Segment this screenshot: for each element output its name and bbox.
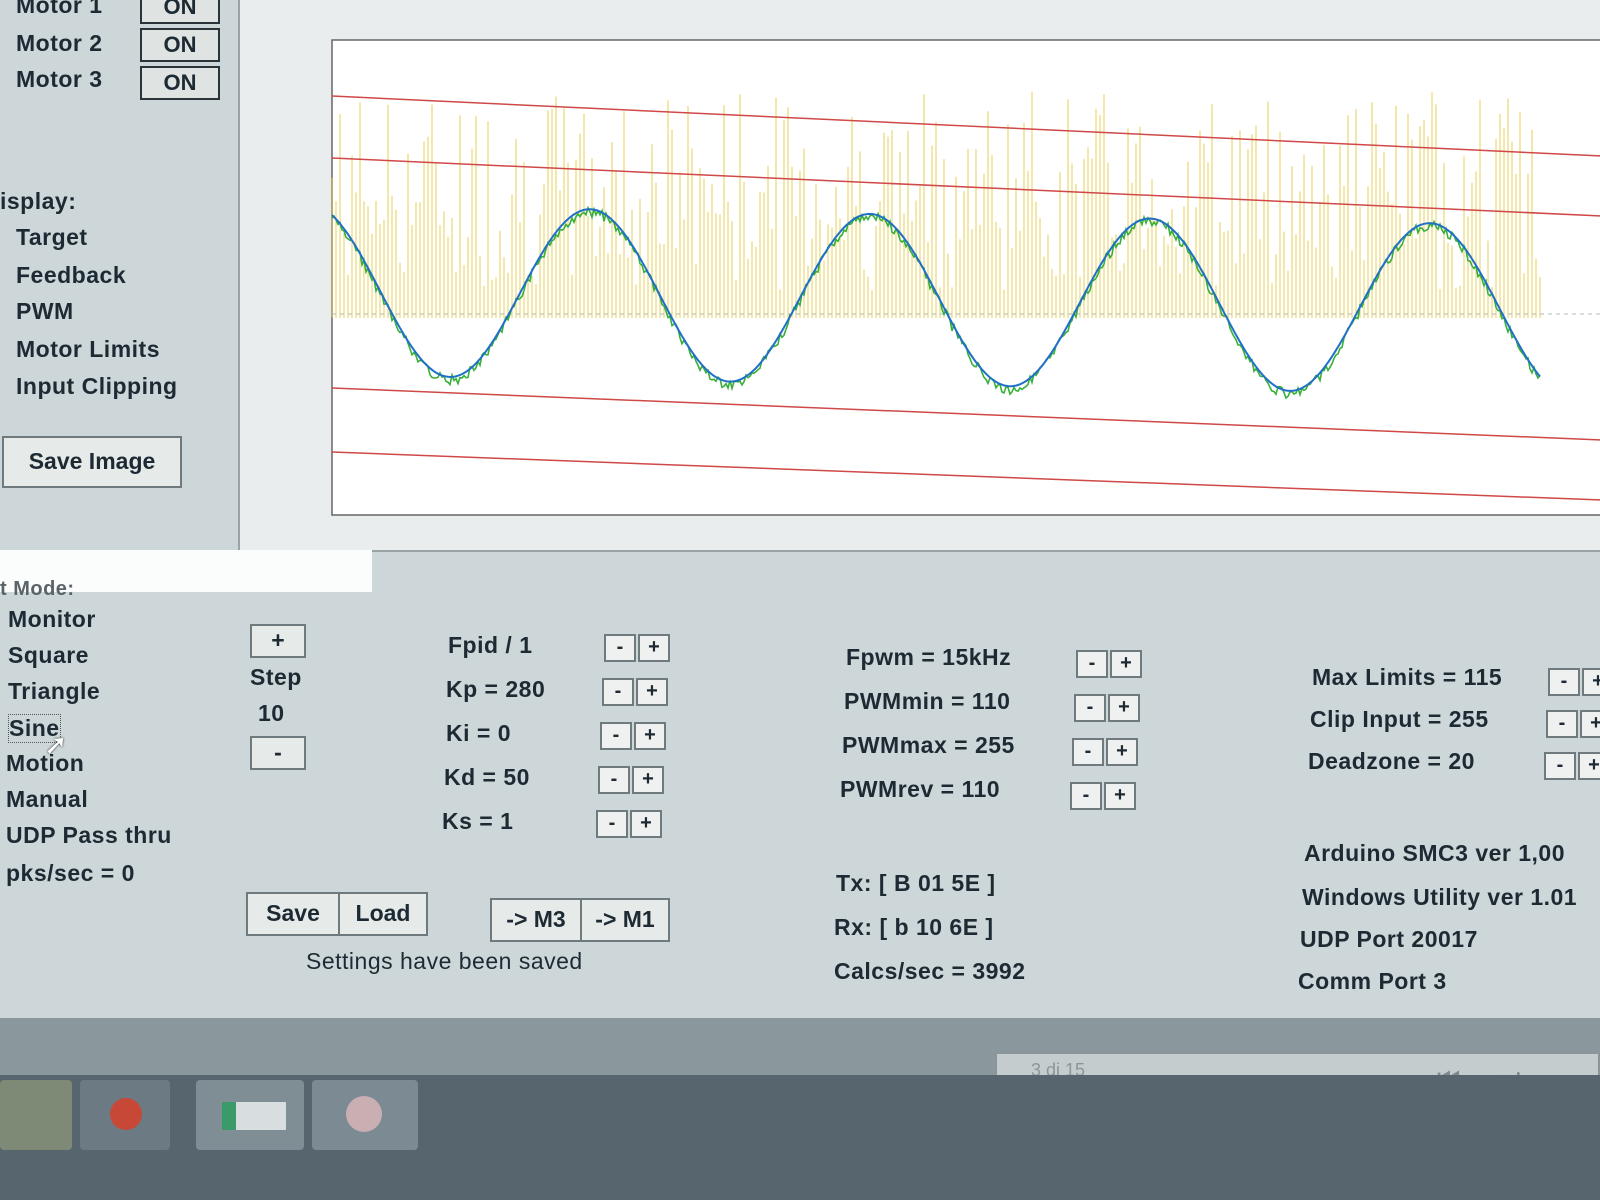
max-limits: Max Limits = 115: [1312, 664, 1503, 690]
pwmmin-minus-button[interactable]: -: [1074, 694, 1106, 722]
mode-heading: t Mode:: [0, 578, 75, 600]
display-pwm[interactable]: PWM: [16, 298, 74, 325]
pid-fpid: Fpid / 1: [448, 632, 533, 658]
taskbar-folder-icon[interactable]: [0, 1080, 72, 1150]
clip-input-plus-button[interactable]: +: [1580, 710, 1600, 738]
display-motor-limits[interactable]: Motor Limits: [16, 336, 160, 363]
display-target[interactable]: Target: [16, 224, 88, 251]
pwm-max: PWMmax = 255: [842, 732, 1015, 758]
clip-input: Clip Input = 255: [1310, 706, 1489, 732]
ki-plus-button[interactable]: +: [634, 722, 666, 750]
step-minus-button[interactable]: -: [250, 736, 306, 770]
ks-stepper: - +: [596, 810, 662, 838]
copy-to-m1-button[interactable]: -> M1: [580, 898, 670, 942]
pwm-rev: PWMrev = 110: [840, 776, 1001, 802]
pks-per-sec: pks/sec = 0: [6, 860, 135, 886]
max-limits-plus-button[interactable]: +: [1582, 668, 1600, 696]
step-label: Step: [250, 664, 302, 690]
kp-plus-button[interactable]: +: [636, 678, 668, 706]
motor-1-toggle[interactable]: ON: [140, 0, 220, 24]
deadzone-minus-button[interactable]: -: [1544, 752, 1576, 780]
mode-manual[interactable]: Manual: [6, 786, 88, 813]
motor-2-toggle[interactable]: ON: [140, 28, 220, 62]
mode-triangle[interactable]: Triangle: [8, 678, 100, 705]
mode-square[interactable]: Square: [8, 642, 89, 669]
motor-3-label: Motor 3: [16, 66, 103, 92]
status-message: Settings have been saved: [306, 948, 583, 974]
pwmrev-plus-button[interactable]: +: [1104, 782, 1136, 810]
pid-kp: Kp = 280: [446, 676, 546, 702]
motor-2-label: Motor 2: [16, 30, 103, 56]
display-input-clipping[interactable]: Input Clipping: [16, 373, 178, 400]
deadzone-stepper: - +: [1544, 752, 1600, 780]
ki-stepper: - +: [600, 722, 666, 750]
kd-minus-button[interactable]: -: [598, 766, 630, 794]
kd-stepper: - +: [598, 766, 664, 794]
rx-readout: Rx: [ b 10 6E ]: [834, 914, 994, 940]
fpid-stepper: - +: [604, 634, 670, 662]
pwmrev-stepper: - +: [1070, 782, 1136, 810]
pwmmax-minus-button[interactable]: -: [1072, 738, 1104, 766]
taskbar-window-icon[interactable]: [196, 1080, 304, 1150]
save-image-button[interactable]: Save Image: [2, 436, 182, 488]
plot-panel: [238, 0, 1600, 552]
fpid-minus-button[interactable]: -: [604, 634, 636, 662]
windows-utility-version: Windows Utility ver 1.01: [1302, 884, 1578, 910]
max-limits-stepper: - +: [1548, 668, 1600, 696]
pwmmin-plus-button[interactable]: +: [1108, 694, 1140, 722]
mode-motion[interactable]: Motion: [6, 750, 84, 777]
save-button[interactable]: Save: [246, 892, 340, 936]
fpwm-minus-button[interactable]: -: [1076, 650, 1108, 678]
display-feedback[interactable]: Feedback: [16, 262, 126, 289]
max-limits-minus-button[interactable]: -: [1548, 668, 1580, 696]
pwm-min: PWMmin = 110: [844, 688, 1011, 714]
pid-ki: Ki = 0: [446, 720, 512, 746]
mode-monitor[interactable]: Monitor: [8, 606, 96, 633]
load-button[interactable]: Load: [338, 892, 428, 936]
udp-port: UDP Port 20017: [1300, 926, 1478, 952]
deadzone: Deadzone = 20: [1308, 748, 1475, 774]
tx-readout: Tx: [ B 01 5E ]: [836, 870, 996, 896]
motor-1-label: Motor 1: [16, 0, 103, 18]
plot-area: [331, 39, 1600, 516]
step-value: 10: [258, 700, 285, 726]
motor-3-toggle[interactable]: ON: [140, 66, 220, 100]
step-plus-button[interactable]: +: [250, 624, 306, 658]
pid-kd: Kd = 50: [444, 764, 530, 790]
taskbar: [0, 1075, 1600, 1200]
pwmmin-stepper: - +: [1074, 694, 1140, 722]
pwmmax-stepper: - +: [1072, 738, 1138, 766]
ks-minus-button[interactable]: -: [596, 810, 628, 838]
waveform-plot: [331, 39, 1600, 516]
calcs-per-sec: Calcs/sec = 3992: [834, 958, 1026, 984]
mode-udp-pass-thru[interactable]: UDP Pass thru: [6, 822, 172, 849]
pwmrev-minus-button[interactable]: -: [1070, 782, 1102, 810]
fpid-plus-button[interactable]: +: [638, 634, 670, 662]
clip-input-minus-button[interactable]: -: [1546, 710, 1578, 738]
arduino-version: Arduino SMC3 ver 1,00: [1304, 840, 1566, 866]
pwm-fpwm: Fpwm = 15kHz: [846, 644, 1012, 670]
kp-stepper: - +: [602, 678, 668, 706]
kd-plus-button[interactable]: +: [632, 766, 664, 794]
taskbar-app-icon[interactable]: [80, 1080, 170, 1150]
copy-to-m3-button[interactable]: -> M3: [490, 898, 582, 942]
display-heading: isplay:: [0, 188, 77, 214]
pid-ks: Ks = 1: [442, 808, 514, 834]
clip-input-stepper: - +: [1546, 710, 1600, 738]
taskbar-paint-icon[interactable]: [312, 1080, 418, 1150]
pwmmax-plus-button[interactable]: +: [1106, 738, 1138, 766]
deadzone-plus-button[interactable]: +: [1578, 752, 1600, 780]
ks-plus-button[interactable]: +: [630, 810, 662, 838]
fpwm-plus-button[interactable]: +: [1110, 650, 1142, 678]
ki-minus-button[interactable]: -: [600, 722, 632, 750]
comm-port: Comm Port 3: [1298, 968, 1447, 994]
fpwm-stepper: - +: [1076, 650, 1142, 678]
kp-minus-button[interactable]: -: [602, 678, 634, 706]
